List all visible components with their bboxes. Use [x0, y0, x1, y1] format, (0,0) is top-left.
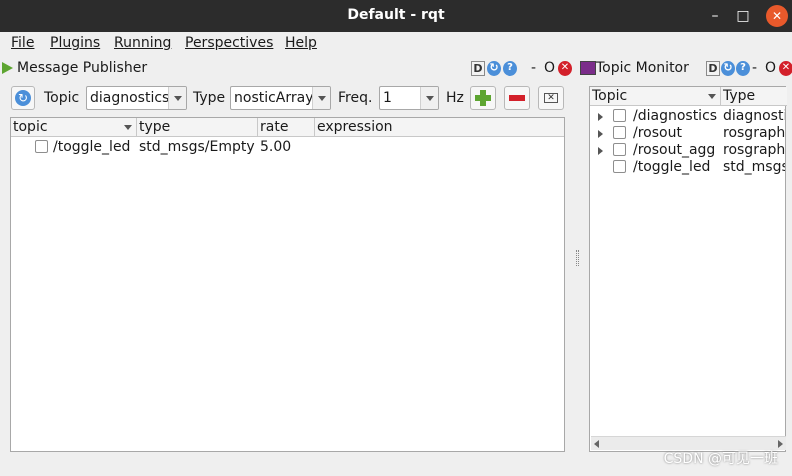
minus-icon: [509, 95, 525, 101]
tree-type: rosgraph_: [723, 125, 785, 141]
tree-topic: /rosout: [633, 125, 682, 141]
monitor-title: Topic Monitor: [596, 60, 689, 76]
row-enable-checkbox[interactable]: [35, 140, 48, 153]
row-topic: /toggle_led: [53, 139, 131, 155]
publisher-help-icon[interactable]: ?: [503, 61, 517, 76]
monitor-d-button[interactable]: D: [706, 61, 720, 76]
sort-arrow-icon: [708, 94, 716, 99]
tree-topic: /rosout_agg: [633, 142, 716, 158]
publisher-col-rate[interactable]: rate: [258, 118, 315, 137]
expand-arrow-icon[interactable]: [598, 113, 603, 121]
publisher-table: topic type rate expression /toggle_led s…: [10, 117, 565, 452]
tree-type: diagnosti: [723, 108, 785, 124]
minimize-button[interactable]: –: [704, 5, 726, 27]
tree-type: std_msgs: [723, 159, 785, 175]
monitor-tree: Topic Type /diagnostics diagnosti /rosou…: [589, 86, 787, 452]
publisher-title: Message Publisher: [17, 60, 148, 76]
tree-topic: /diagnostics: [633, 108, 718, 124]
tree-topic: /toggle_led: [633, 159, 711, 175]
scroll-left-icon[interactable]: [594, 440, 599, 448]
publisher-col-expression[interactable]: expression: [315, 118, 564, 137]
monitor-o-button[interactable]: O: [765, 60, 776, 76]
freq-label: Freq.: [338, 90, 373, 106]
monitor-checkbox[interactable]: [613, 126, 626, 139]
publisher-o-button[interactable]: O: [544, 60, 555, 76]
monitor-close-icon[interactable]: ✕: [779, 61, 792, 76]
publisher-plugin-icon: [2, 62, 13, 74]
monitor-plugin-icon: [580, 61, 596, 75]
hz-label: Hz: [446, 90, 464, 106]
topic-label: Topic: [44, 90, 80, 106]
refresh-topics-button[interactable]: ↻: [11, 86, 35, 110]
type-combo-value: nosticArray: [234, 90, 314, 106]
clear-icon: ✕: [544, 93, 558, 103]
monitor-dash[interactable]: -: [752, 60, 757, 76]
expand-arrow-icon[interactable]: [598, 130, 603, 138]
publisher-dash[interactable]: -: [531, 60, 536, 76]
type-label: Type: [193, 90, 226, 106]
row-rate[interactable]: 5.00: [260, 139, 315, 155]
remove-publisher-button[interactable]: [504, 86, 530, 110]
expand-arrow-icon[interactable]: [598, 147, 603, 155]
topic-combo-value: diagnostics: [90, 90, 170, 106]
monitor-checkbox[interactable]: [613, 109, 626, 122]
dock-splitter-handle[interactable]: [576, 250, 579, 266]
monitor-reload-icon[interactable]: ↻: [721, 61, 735, 76]
chevron-down-icon: [420, 87, 438, 109]
tree-type: rosgraph_: [723, 142, 785, 158]
menu-running[interactable]: Running: [114, 35, 171, 51]
publisher-close-icon[interactable]: ✕: [558, 61, 572, 76]
monitor-checkbox[interactable]: [613, 160, 626, 173]
chevron-down-icon: [312, 87, 330, 109]
sort-arrow-icon: [124, 125, 132, 130]
monitor-col-type[interactable]: Type: [721, 87, 787, 106]
chevron-down-icon: [168, 87, 186, 109]
menu-file[interactable]: File: [11, 35, 34, 51]
type-combo[interactable]: nosticArray: [230, 86, 331, 110]
window-title: Default - rqt: [347, 7, 445, 23]
freq-combo-value: 1: [383, 90, 392, 106]
publisher-col-topic[interactable]: topic: [11, 118, 137, 137]
topic-combo[interactable]: diagnostics: [86, 86, 187, 110]
maximize-button[interactable]: □: [732, 5, 754, 27]
menu-bar: File Plugins Running Perspectives Help: [0, 32, 792, 56]
refresh-icon: ↻: [15, 90, 31, 106]
publisher-col-type[interactable]: type: [137, 118, 258, 137]
publisher-d-button[interactable]: D: [471, 61, 485, 76]
row-type: std_msgs/Empty: [139, 139, 255, 155]
monitor-help-icon[interactable]: ?: [736, 61, 750, 76]
publisher-reload-icon[interactable]: ↻: [487, 61, 501, 76]
watermark: CSDN @可见一班: [663, 451, 778, 467]
add-publisher-button[interactable]: [470, 86, 496, 110]
close-window-button[interactable]: ✕: [766, 5, 788, 27]
monitor-checkbox[interactable]: [613, 143, 626, 156]
menu-help[interactable]: Help: [285, 35, 317, 51]
monitor-col-topic[interactable]: Topic: [590, 87, 721, 106]
menu-perspectives[interactable]: Perspectives: [185, 35, 273, 51]
freq-combo[interactable]: 1: [379, 86, 439, 110]
menu-plugins[interactable]: Plugins: [50, 35, 100, 51]
window-titlebar: Default - rqt – □ ✕: [0, 0, 792, 32]
scroll-right-icon[interactable]: [778, 440, 783, 448]
clear-button[interactable]: ✕: [538, 86, 564, 110]
